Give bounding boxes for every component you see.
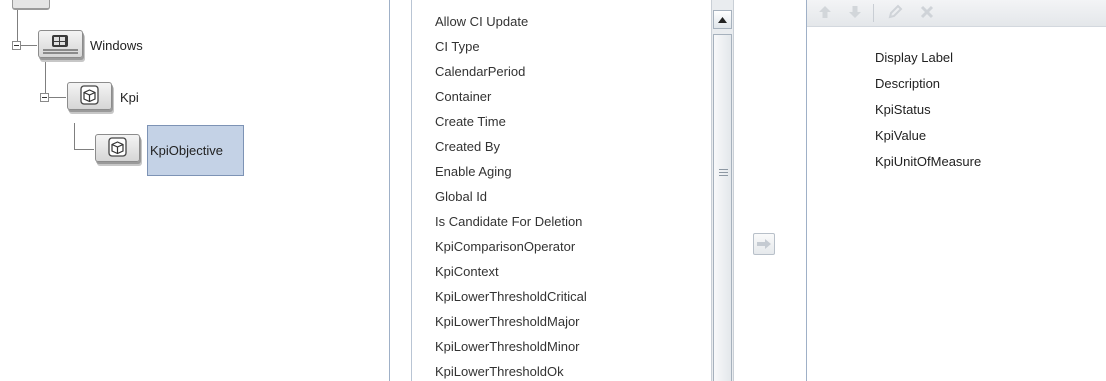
selected-list-item[interactable]: KpiValue [875, 128, 926, 143]
tree-node-label-kpi[interactable]: Kpi [120, 90, 139, 105]
selected-list-item[interactable]: KpiUnitOfMeasure [875, 154, 981, 169]
list-item[interactable]: Enable Aging [435, 164, 512, 179]
list-item[interactable]: Container [435, 89, 491, 104]
add-attribute-button[interactable] [753, 233, 775, 255]
list-item[interactable]: Created By [435, 139, 500, 154]
list-item[interactable]: KpiLowerThresholdMinor [435, 339, 580, 354]
scroll-up-button[interactable] [713, 10, 732, 29]
collapse-toggle-kpi[interactable] [40, 93, 49, 102]
selected-list-item[interactable]: Display Label [875, 50, 953, 65]
arrow-right-icon [757, 239, 771, 249]
list-item[interactable]: CI Type [435, 39, 480, 54]
arrow-up-icon [718, 16, 727, 23]
list-item[interactable]: Global Id [435, 189, 487, 204]
panel-divider [389, 0, 390, 381]
list-item[interactable]: Allow CI Update [435, 14, 528, 29]
list-item[interactable]: KpiComparisonOperator [435, 239, 575, 254]
move-down-icon[interactable] [845, 2, 865, 22]
windows-ci-icon[interactable] [38, 30, 83, 58]
list-item[interactable]: Is Candidate For Deletion [435, 214, 582, 229]
tree-node-label-kpiobjective: KpiObjective [150, 143, 223, 158]
list-item[interactable]: KpiContext [435, 264, 499, 279]
tree-node-label-windows[interactable]: Windows [90, 38, 143, 53]
list-item[interactable]: Create Time [435, 114, 506, 129]
scroll-thumb[interactable] [713, 34, 732, 381]
list-item[interactable]: CalendarPeriod [435, 64, 525, 79]
toolbar-separator [873, 4, 874, 22]
list-item[interactable]: KpiLowerThresholdOk [435, 364, 564, 379]
delete-icon[interactable] [917, 2, 937, 22]
list-item[interactable]: KpiLowerThresholdMajor [435, 314, 580, 329]
list-border-left [411, 0, 412, 381]
cube-icon[interactable] [95, 134, 140, 162]
move-up-icon[interactable] [815, 2, 835, 22]
cube-icon[interactable] [67, 82, 112, 110]
grip-icon [719, 169, 728, 176]
collapse-toggle-windows[interactable] [12, 41, 21, 50]
parent-node-icon[interactable] [12, 0, 50, 10]
selected-list-border [806, 0, 807, 381]
selected-list-item[interactable]: KpiStatus [875, 102, 931, 117]
edit-icon[interactable] [885, 2, 905, 22]
selected-attributes-toolbar [807, 0, 1106, 27]
tree-node-kpiobjective-selected[interactable]: KpiObjective [147, 125, 244, 176]
list-item[interactable]: KpiLowerThresholdCritical [435, 289, 587, 304]
selected-list-item[interactable]: Description [875, 76, 940, 91]
